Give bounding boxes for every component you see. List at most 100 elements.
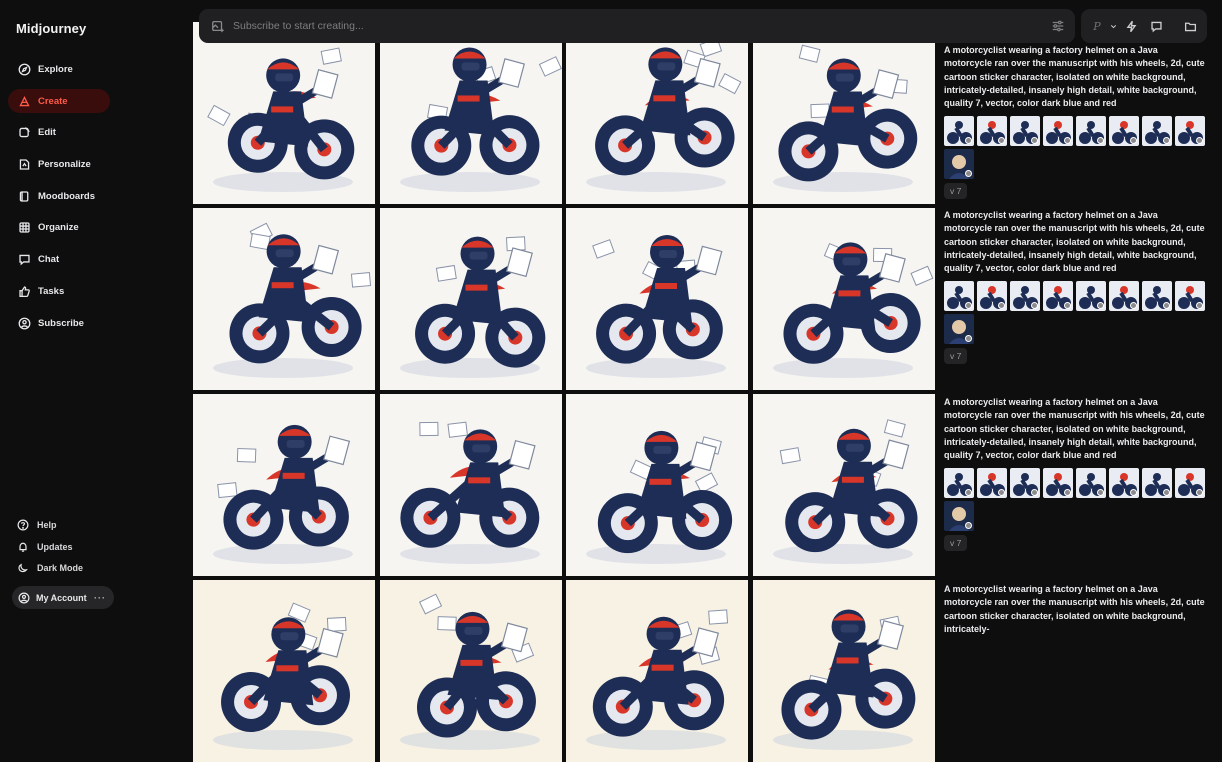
chevron-down-icon[interactable]: [1105, 18, 1121, 34]
nav-personalize[interactable]: Personalize: [8, 152, 110, 176]
nav-edit[interactable]: Edit: [8, 120, 110, 144]
generated-image[interactable]: [193, 22, 375, 204]
folder-icon[interactable]: [1182, 18, 1198, 34]
nav-moodboards[interactable]: Moodboards: [8, 184, 110, 208]
generated-image[interactable]: [193, 208, 375, 390]
prompt-input[interactable]: [233, 20, 1023, 32]
personalize-icon: [17, 157, 31, 171]
reference-thumbnail[interactable]: [1076, 468, 1106, 499]
generated-image[interactable]: [566, 22, 748, 204]
account-menu-icon[interactable]: ···: [94, 593, 106, 603]
chat-icon[interactable]: [1148, 18, 1164, 34]
nav-subscribe[interactable]: Subscribe: [8, 311, 110, 335]
reference-thumbnail[interactable]: [977, 281, 1007, 312]
nav-label: Create: [38, 95, 68, 107]
reference-thumbnail[interactable]: [1175, 468, 1205, 499]
nav-chat[interactable]: Chat: [8, 247, 110, 271]
generated-image[interactable]: [380, 208, 562, 390]
reference-thumbnail[interactable]: [944, 116, 974, 147]
grid-icon: [17, 220, 31, 234]
prompt-text[interactable]: A motorcyclist wearing a factory helmet …: [944, 44, 1206, 110]
app-logo[interactable]: Midjourney: [16, 21, 86, 36]
nav-help[interactable]: Help: [8, 515, 57, 535]
personalize-toggle[interactable]: P: [1091, 18, 1103, 34]
reference-thumbnail[interactable]: [1076, 116, 1106, 147]
nav-label: Moodboards: [38, 190, 95, 202]
reference-thumbnails: [944, 281, 1206, 345]
reference-thumbnail[interactable]: [1043, 468, 1073, 499]
reference-thumbnail[interactable]: [1142, 281, 1172, 312]
nav-tasks[interactable]: Tasks: [8, 279, 110, 303]
brush-icon: [17, 94, 31, 108]
generated-image[interactable]: [380, 22, 562, 204]
lightning-icon[interactable]: [1123, 18, 1139, 34]
reference-thumbnails: [944, 116, 1206, 180]
reference-thumbnail[interactable]: [1109, 281, 1139, 312]
reference-thumbnail[interactable]: [1109, 116, 1139, 147]
version-badge[interactable]: v 7: [944, 535, 968, 552]
nav-label: Chat: [38, 253, 60, 265]
reference-thumbnail[interactable]: [977, 116, 1007, 147]
reference-thumbnail[interactable]: [1010, 468, 1040, 499]
prompt-block: A motorcyclist wearing a factory helmet …: [944, 209, 1206, 365]
reference-thumbnail[interactable]: [1010, 281, 1040, 312]
reference-thumbnail[interactable]: [1142, 116, 1172, 147]
settings-sliders-icon[interactable]: [1051, 19, 1065, 33]
version-badge[interactable]: v 7: [944, 348, 968, 365]
prompt-text[interactable]: A motorcyclist wearing a factory helmet …: [944, 209, 1206, 275]
reference-thumbnail[interactable]: [1109, 468, 1139, 499]
nav-label: Organize: [38, 221, 79, 233]
reference-thumbnail[interactable]: [1142, 468, 1172, 499]
reference-thumbnail[interactable]: [944, 501, 974, 532]
moon-icon: [17, 562, 29, 574]
reference-thumbnail[interactable]: [944, 314, 974, 345]
nav-label: Explore: [38, 63, 73, 75]
reference-thumbnail[interactable]: [1076, 281, 1106, 312]
prompt-block: A motorcyclist wearing a factory helmet …: [944, 44, 1206, 200]
prompt-text[interactable]: A motorcyclist wearing a factory helmet …: [944, 583, 1206, 636]
generated-image[interactable]: [380, 580, 562, 762]
reference-thumbnail[interactable]: [944, 149, 974, 180]
chat-icon: [17, 252, 31, 266]
account-label: My Account: [36, 592, 87, 603]
bell-icon: [17, 541, 29, 553]
generated-image[interactable]: [193, 394, 375, 576]
reference-thumbnail[interactable]: [1175, 116, 1205, 147]
nav-label: Help: [37, 520, 57, 530]
generated-image[interactable]: [753, 208, 935, 390]
moodboard-icon: [17, 189, 31, 203]
reference-thumbnail[interactable]: [977, 468, 1007, 499]
nav-organize[interactable]: Organize: [8, 215, 110, 239]
nav-label: Subscribe: [38, 317, 84, 329]
generated-image[interactable]: [753, 22, 935, 204]
nav-label: Tasks: [38, 285, 65, 297]
toolbar: P: [1081, 9, 1207, 43]
generated-image[interactable]: [753, 580, 935, 762]
reference-thumbnail[interactable]: [1175, 281, 1205, 312]
generated-image[interactable]: [566, 394, 748, 576]
nav-updates[interactable]: Updates: [8, 537, 73, 557]
prompt-block: A motorcyclist wearing a factory helmet …: [944, 583, 1206, 636]
sidebar: Midjourney Explore Create Edit Personali…: [0, 0, 193, 621]
image-prompt-icon[interactable]: [211, 19, 225, 33]
prompt-block: A motorcyclist wearing a factory helmet …: [944, 396, 1206, 552]
prompt-bar: [199, 9, 1075, 43]
generated-image[interactable]: [566, 580, 748, 762]
nav-create[interactable]: Create: [8, 89, 110, 113]
version-badge[interactable]: v 7: [944, 183, 968, 200]
generated-image[interactable]: [380, 394, 562, 576]
generated-image[interactable]: [193, 580, 375, 762]
reference-thumbnail[interactable]: [1043, 281, 1073, 312]
reference-thumbnail[interactable]: [944, 468, 974, 499]
generated-image[interactable]: [753, 394, 935, 576]
prompt-text[interactable]: A motorcyclist wearing a factory helmet …: [944, 396, 1206, 462]
edit-icon: [17, 125, 31, 139]
subscribe-icon: [17, 316, 31, 330]
reference-thumbnail[interactable]: [944, 281, 974, 312]
my-account-button[interactable]: My Account ···: [12, 586, 114, 609]
reference-thumbnail[interactable]: [1043, 116, 1073, 147]
reference-thumbnail[interactable]: [1010, 116, 1040, 147]
nav-explore[interactable]: Explore: [8, 57, 110, 81]
generated-image[interactable]: [566, 208, 748, 390]
nav-dark-mode[interactable]: Dark Mode: [8, 558, 83, 578]
